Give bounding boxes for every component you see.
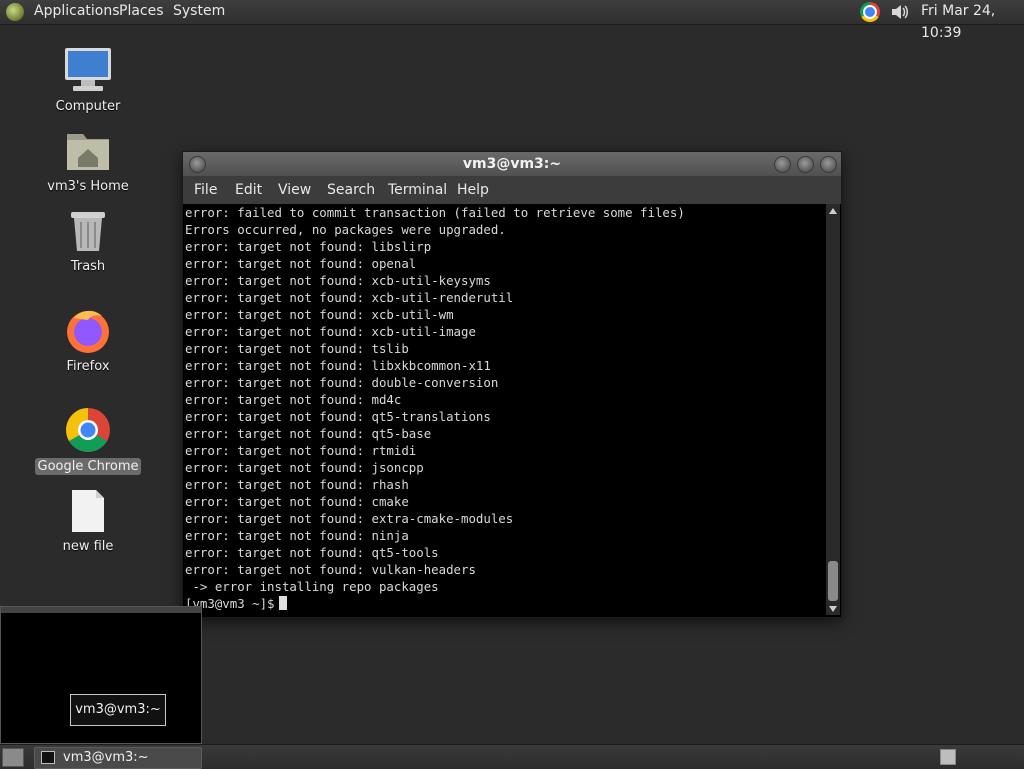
terminal-line: error: target not found: rhash bbox=[185, 477, 409, 492]
terminal-prompt-line[interactable]: [vm3@vm3 ~]$ bbox=[185, 595, 825, 612]
desktop-icon-label: Trash bbox=[70, 259, 106, 274]
workspace-switcher[interactable] bbox=[940, 749, 956, 765]
desktop-icon-label: vm3's Home bbox=[47, 179, 129, 194]
chrome-icon bbox=[66, 408, 110, 452]
window-menu-icon[interactable] bbox=[189, 156, 206, 173]
text-cursor bbox=[278, 596, 287, 610]
terminal-line: error: target not found: xcb-util-wm bbox=[185, 307, 454, 322]
terminal-output[interactable]: error: failed to commit transaction (fai… bbox=[185, 204, 825, 614]
firefox-icon bbox=[67, 310, 109, 353]
terminal-line: error: target not found: libxkbcommon-x1… bbox=[185, 358, 491, 373]
menu-edit[interactable]: Edit bbox=[235, 176, 262, 204]
terminal-line: error: target not found: ninja bbox=[185, 528, 409, 543]
show-desktop-icon[interactable] bbox=[2, 748, 24, 767]
scroll-up-arrow-icon[interactable] bbox=[829, 208, 837, 214]
terminal-line: error: target not found: double-conversi… bbox=[185, 375, 499, 390]
desktop-icon-label: Firefox bbox=[66, 359, 110, 374]
terminal-line: error: target not found: jsoncpp bbox=[185, 460, 424, 475]
file-icon bbox=[72, 490, 104, 532]
terminal-line: Errors occurred, no packages were upgrad… bbox=[185, 222, 506, 237]
desktop-icon-label: Computer bbox=[55, 99, 121, 114]
chrome-launcher-icon[interactable] bbox=[860, 2, 880, 22]
desktop-icon-firefox[interactable]: Firefox bbox=[33, 306, 143, 375]
terminal-line: error: target not found: md4c bbox=[185, 392, 402, 407]
menu-terminal[interactable]: Terminal bbox=[388, 176, 447, 204]
desktop-icon-chrome[interactable]: Google Chrome bbox=[33, 406, 143, 475]
scroll-thumb[interactable] bbox=[828, 561, 838, 601]
menu-search[interactable]: Search bbox=[327, 176, 375, 204]
menu-system[interactable]: System bbox=[173, 0, 225, 24]
maximize-button[interactable] bbox=[797, 156, 814, 173]
clock[interactable]: Fri Mar 24, 10:39 bbox=[921, 0, 1024, 44]
desktop-icon-new-file[interactable]: new file bbox=[33, 488, 143, 555]
terminal-line: error: target not found: extra-cmake-mod… bbox=[185, 511, 514, 526]
terminal-line: error: target not found: xcb-util-keysym… bbox=[185, 273, 491, 288]
terminal-line: error: target not found: rtmidi bbox=[185, 443, 417, 458]
terminal-line: error: target not found: xcb-util-image bbox=[185, 324, 476, 339]
terminal-line: error: target not found: xcb-util-render… bbox=[185, 290, 514, 305]
terminal-window[interactable]: vm3@vm3:~ File Edit View Search Terminal… bbox=[182, 151, 842, 618]
menu-file[interactable]: File bbox=[194, 176, 217, 204]
close-button[interactable] bbox=[820, 156, 837, 173]
terminal-line: error: target not found: vulkan-headers bbox=[185, 562, 476, 577]
terminal-line: error: target not found: tslib bbox=[185, 341, 409, 356]
taskbar-button-label: vm3@vm3:~ bbox=[63, 750, 149, 765]
terminal-line: -> error installing repo packages bbox=[185, 579, 439, 594]
gnome-foot-icon[interactable] bbox=[6, 3, 24, 21]
terminal-icon bbox=[41, 751, 55, 764]
window-title: vm3@vm3:~ bbox=[462, 156, 562, 172]
terminal-menubar: File Edit View Search Terminal Help bbox=[183, 176, 841, 204]
taskbar-button-terminal[interactable]: vm3@vm3:~ bbox=[34, 747, 202, 769]
terminal-line: error: target not found: qt5-tools bbox=[185, 545, 439, 560]
terminal-line: error: target not found: openal bbox=[185, 256, 417, 271]
menu-applications[interactable]: Applications bbox=[34, 0, 120, 24]
top-panel: Applications Places System Fri Mar 24, 1… bbox=[0, 0, 1024, 41]
bottom-panel: vm3@vm3:~ bbox=[0, 744, 1024, 769]
trash-icon bbox=[71, 212, 105, 251]
terminal-line: error: target not found: libslirp bbox=[185, 239, 432, 254]
terminal-line: error: target not found: qt5-base bbox=[185, 426, 432, 441]
home-folder-icon bbox=[67, 134, 109, 170]
desktop-icon-computer[interactable]: Computer bbox=[33, 46, 143, 115]
minimize-button[interactable] bbox=[774, 156, 791, 173]
menu-places[interactable]: Places bbox=[119, 0, 164, 24]
desktop-icon-label: Google Chrome bbox=[34, 458, 142, 475]
computer-icon bbox=[65, 48, 111, 91]
scrollbar[interactable] bbox=[826, 204, 840, 615]
terminal-line: error: target not found: qt5-translation… bbox=[185, 409, 491, 424]
desktop-icon-label: new file bbox=[62, 539, 114, 554]
desktop-icon-trash[interactable]: Trash bbox=[33, 208, 143, 275]
desktop-icon-home[interactable]: vm3's Home bbox=[33, 128, 143, 195]
window-preview-label: vm3@vm3:~ bbox=[70, 694, 166, 726]
window-titlebar[interactable]: vm3@vm3:~ bbox=[183, 152, 841, 176]
menu-view[interactable]: View bbox=[278, 176, 311, 204]
terminal-line: error: failed to commit transaction (fai… bbox=[185, 205, 685, 220]
scroll-down-arrow-icon[interactable] bbox=[829, 606, 837, 612]
menu-help[interactable]: Help bbox=[457, 176, 489, 204]
volume-icon[interactable] bbox=[890, 3, 910, 21]
terminal-line: error: target not found: cmake bbox=[185, 494, 409, 509]
